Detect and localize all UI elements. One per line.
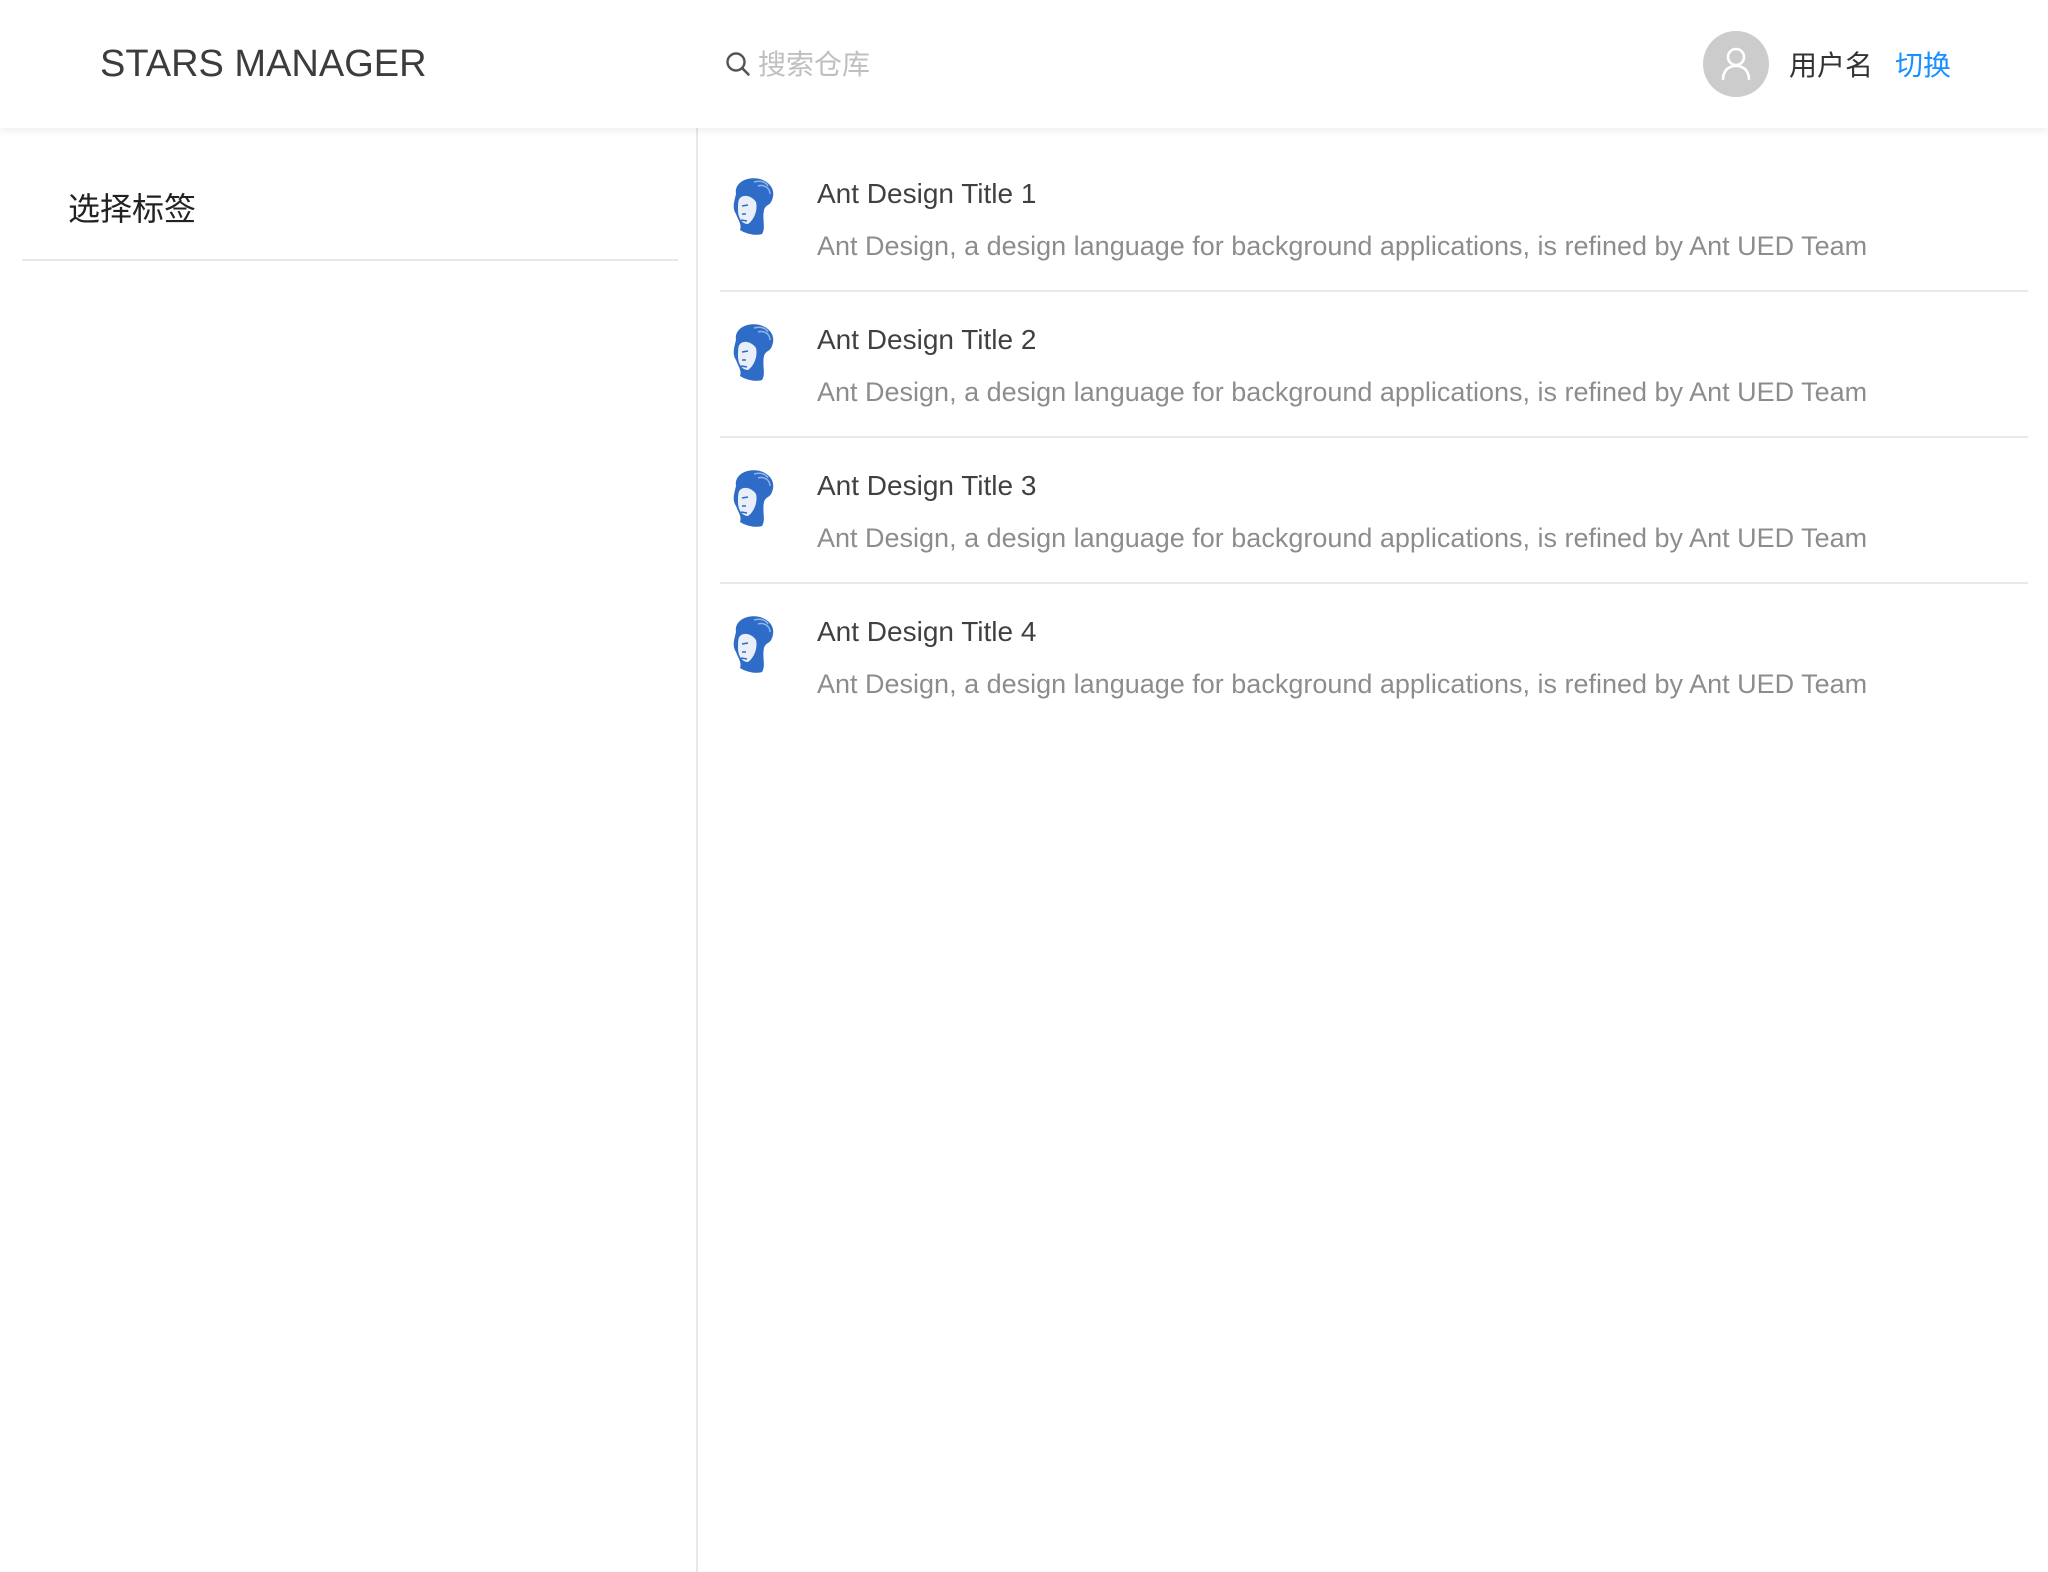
sidebar-divider: [22, 259, 678, 261]
app-header: STARS MANAGER 用户名 切换: [0, 0, 2048, 128]
item-title[interactable]: Ant Design Title 4: [817, 614, 1036, 650]
item-description: Ant Design, a design language for backgr…: [817, 523, 1868, 553]
item-description: Ant Design, a design language for backgr…: [817, 669, 1868, 699]
sidebar-title: 选择标签: [68, 190, 197, 228]
list-item[interactable]: Ant Design Title 4 Ant Design, a design …: [720, 584, 2028, 730]
user-avatar[interactable]: [1703, 31, 1769, 97]
list-item[interactable]: Ant Design Title 3 Ant Design, a design …: [720, 438, 2028, 584]
username-label: 用户名: [1789, 49, 1874, 82]
user-area: 用户名 切换: [1703, 31, 1951, 97]
avatar-portrait-icon: [733, 324, 774, 381]
item-title[interactable]: Ant Design Title 3: [817, 468, 1036, 504]
repo-list: Ant Design Title 1 Ant Design, a design …: [720, 146, 2028, 730]
list-item[interactable]: Ant Design Title 1 Ant Design, a design …: [720, 146, 2028, 292]
app-logo[interactable]: STARS MANAGER: [100, 40, 427, 88]
item-title[interactable]: Ant Design Title 2: [817, 322, 1036, 358]
user-icon: [1721, 47, 1751, 81]
item-description: Ant Design, a design language for backgr…: [817, 231, 1868, 261]
item-title[interactable]: Ant Design Title 1: [817, 176, 1036, 212]
item-description: Ant Design, a design language for backgr…: [817, 377, 1868, 407]
search-input[interactable]: [758, 47, 1378, 81]
switch-user-link[interactable]: 切换: [1895, 44, 1951, 84]
avatar-portrait-icon: [733, 616, 774, 673]
tag-sidebar: 选择标签: [0, 128, 698, 1572]
avatar-portrait-icon: [733, 178, 774, 235]
search-icon[interactable]: [724, 50, 752, 78]
search-bar[interactable]: [724, 42, 1424, 86]
avatar-portrait-icon: [733, 470, 774, 527]
list-item[interactable]: Ant Design Title 2 Ant Design, a design …: [720, 292, 2028, 438]
